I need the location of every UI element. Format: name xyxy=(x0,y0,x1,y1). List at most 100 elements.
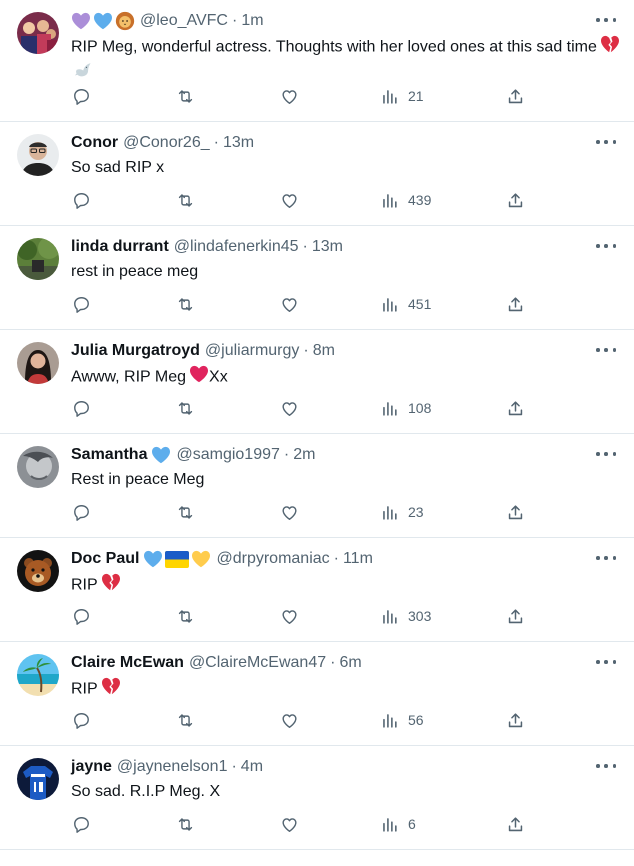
tweet-header: Conor @Conor26_ · 13m xyxy=(71,133,254,153)
more-options-icon[interactable] xyxy=(596,760,616,772)
author-handle[interactable]: @samgio1997 xyxy=(176,445,279,465)
views-button[interactable]: 6 xyxy=(380,813,416,835)
reply-button[interactable] xyxy=(72,501,91,523)
tweet[interactable]: Doc Paul @drpyromaniac · 11m RIP 303 xyxy=(0,538,634,642)
avatar[interactable] xyxy=(17,758,59,800)
author-name[interactable]: Julia Murgatroyd xyxy=(71,341,200,361)
author-name[interactable]: Claire McEwan xyxy=(71,653,184,673)
author-handle[interactable]: @leo_AVFC xyxy=(140,11,228,31)
reply-button[interactable] xyxy=(72,397,91,419)
tweet-text: RIP Meg, wonderful actress. Thoughts wit… xyxy=(71,35,621,85)
author-name[interactable]: jayne xyxy=(71,757,112,777)
more-options-icon[interactable] xyxy=(596,136,616,148)
retweet-button[interactable] xyxy=(176,85,195,107)
tweet[interactable]: jayne @jaynenelson1 · 4m So sad. R.I.P Meg. … xyxy=(0,746,634,850)
like-button[interactable] xyxy=(280,293,299,315)
share-button[interactable] xyxy=(506,293,525,315)
share-button[interactable] xyxy=(506,397,525,419)
like-button[interactable] xyxy=(280,709,299,731)
more-options-icon[interactable] xyxy=(596,240,616,252)
avatar[interactable] xyxy=(17,550,59,592)
like-button[interactable] xyxy=(280,813,299,835)
timestamp[interactable]: 11m xyxy=(343,549,373,569)
views-button[interactable]: 23 xyxy=(380,501,424,523)
separator-dot: · xyxy=(231,12,238,29)
share-button[interactable] xyxy=(506,501,525,523)
author-name[interactable]: Samantha xyxy=(71,445,147,465)
retweet-button[interactable] xyxy=(176,189,195,211)
author-name[interactable]: Doc Paul xyxy=(71,549,139,569)
more-options-icon[interactable] xyxy=(596,14,616,26)
share-icon xyxy=(506,191,525,210)
retweet-button[interactable] xyxy=(176,709,195,731)
timestamp[interactable]: 4m xyxy=(241,757,263,777)
reply-button[interactable] xyxy=(72,709,91,731)
like-button[interactable] xyxy=(280,397,299,419)
reply-button[interactable] xyxy=(72,189,91,211)
more-options-icon[interactable] xyxy=(596,344,616,356)
timestamp[interactable]: 2m xyxy=(293,445,315,465)
retweet-button[interactable] xyxy=(176,813,195,835)
views-button[interactable]: 303 xyxy=(380,605,431,627)
views-button[interactable]: 451 xyxy=(380,293,431,315)
like-button[interactable] xyxy=(280,501,299,523)
more-options-icon[interactable] xyxy=(596,448,616,460)
author-handle[interactable]: @ClaireMcEwan47 xyxy=(189,653,326,673)
like-button[interactable] xyxy=(280,85,299,107)
author-handle[interactable]: @Conor26_ xyxy=(123,133,210,153)
share-button[interactable] xyxy=(506,605,525,627)
timestamp[interactable]: 13m xyxy=(223,133,254,153)
views-button[interactable]: 21 xyxy=(380,85,424,107)
views-button[interactable]: 108 xyxy=(380,397,431,419)
tweet[interactable]: Julia Murgatroyd @juliarmurgy · 8m Awww, RIP… xyxy=(0,330,634,434)
tweet-body: RIP xyxy=(71,576,98,594)
tweet[interactable]: Claire McEwan @ClaireMcEwan47 · 6m RIP 56 xyxy=(0,642,634,746)
broken-heart-icon xyxy=(101,573,121,598)
reply-button[interactable] xyxy=(72,293,91,315)
separator-dot: · xyxy=(333,550,339,567)
timestamp[interactable]: 6m xyxy=(339,653,361,673)
timestamp[interactable]: 1m xyxy=(241,11,263,31)
reply-button[interactable] xyxy=(72,605,91,627)
more-options-icon[interactable] xyxy=(596,656,616,668)
tweet[interactable]: Conor @Conor26_ · 13m So sad RIP x 439 xyxy=(0,122,634,226)
author-handle[interactable]: @drpyromaniac xyxy=(216,549,329,569)
retweet-button[interactable] xyxy=(176,605,195,627)
author-handle[interactable]: @lindafenerkin45 xyxy=(174,237,299,257)
share-button[interactable] xyxy=(506,189,525,211)
avatar[interactable] xyxy=(17,446,59,488)
more-options-icon[interactable] xyxy=(596,552,616,564)
avatar[interactable] xyxy=(17,654,59,696)
avatar[interactable] xyxy=(17,342,59,384)
views-button[interactable]: 56 xyxy=(380,709,424,731)
avatar[interactable] xyxy=(17,134,59,176)
retweet-button[interactable] xyxy=(176,397,195,419)
share-button[interactable] xyxy=(506,85,525,107)
share-button[interactable] xyxy=(506,709,525,731)
author-name[interactable]: linda durrant xyxy=(71,237,169,257)
share-button[interactable] xyxy=(506,813,525,835)
like-button[interactable] xyxy=(280,189,299,211)
timestamp[interactable]: 13m xyxy=(312,237,343,257)
avatar[interactable] xyxy=(17,12,59,54)
timestamp[interactable]: 8m xyxy=(313,341,335,361)
view-count: 451 xyxy=(408,296,432,312)
reply-button[interactable] xyxy=(72,813,91,835)
reply-button[interactable] xyxy=(72,85,91,107)
author-name[interactable]: Conor xyxy=(71,133,118,153)
bar-chart-icon xyxy=(380,711,399,730)
retweet-button[interactable] xyxy=(176,293,195,315)
author-handle[interactable]: @juliarmurgy xyxy=(205,341,299,361)
author-handle[interactable]: @jaynenelson1 xyxy=(117,757,228,777)
views-button[interactable]: 439 xyxy=(380,189,431,211)
tweet[interactable]: @leo_AVFC · 1m RIP Meg, wonderful actress. … xyxy=(0,0,634,122)
bar-chart-icon xyxy=(380,295,399,314)
avatar[interactable] xyxy=(17,238,59,280)
like-button[interactable] xyxy=(280,605,299,627)
broken-heart-icon xyxy=(600,35,620,60)
tweet-actions: 56 xyxy=(72,709,534,731)
share-icon xyxy=(506,295,525,314)
tweet[interactable]: Samantha @samgio1997 · 2m Rest in peace Meg 2… xyxy=(0,434,634,538)
tweet[interactable]: linda durrant @lindafenerkin45 · 13m rest in… xyxy=(0,226,634,330)
retweet-button[interactable] xyxy=(176,501,195,523)
